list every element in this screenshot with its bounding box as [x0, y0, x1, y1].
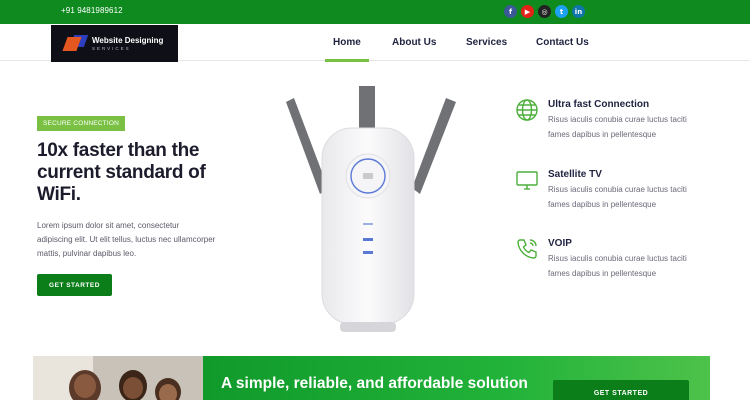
main-navbar: Website Designing SERVICES Home About Us… — [0, 24, 750, 62]
logo-mark-icon — [62, 34, 89, 53]
feature-ultra-fast-connection: Ultra fast Connection Risus iaculis conu… — [515, 98, 715, 158]
feature-title: Satellite TV — [548, 169, 602, 180]
feature-description: Risus iaculis conubia curae luctus tacit… — [548, 254, 687, 278]
feature-description: Risus iaculis conubia curae luctus tacit… — [548, 115, 687, 139]
banner-headline: A simple, reliable, and affordable solut… — [221, 375, 528, 392]
top-bar: +91 9481989612 f ▶ ◎ t in — [0, 0, 750, 24]
logo-subtitle: SERVICES — [92, 46, 131, 51]
hero-headline: 10x faster than the current standard of … — [37, 140, 206, 205]
youtube-icon[interactable]: ▶ — [521, 5, 534, 18]
social-links: f ▶ ◎ t in — [504, 5, 585, 18]
feature-description: Risus iaculis conubia curae luctus tacit… — [548, 185, 687, 209]
globe-icon — [516, 99, 538, 121]
secure-connection-badge: SECURE CONNECTION — [37, 116, 125, 131]
site-logo[interactable]: Website Designing SERVICES — [51, 25, 178, 62]
get-started-button[interactable]: GET STARTED — [37, 274, 112, 296]
phone-number[interactable]: +91 9481989612 — [61, 6, 123, 15]
linkedin-icon[interactable]: in — [572, 5, 585, 18]
feature-title: Ultra fast Connection — [548, 99, 650, 110]
nav-item-services[interactable]: Services — [466, 37, 507, 48]
instagram-icon[interactable]: ◎ — [538, 5, 551, 18]
phone-icon — [517, 239, 537, 259]
tv-icon — [516, 171, 538, 190]
feature-voip: VOIP Risus iaculis conubia curae luctus … — [515, 237, 715, 297]
feature-satellite-tv: Satellite TV Risus iaculis conubia curae… — [515, 168, 715, 228]
twitter-icon[interactable]: t — [555, 5, 568, 18]
family-photo — [33, 356, 203, 400]
nav-item-contact-us[interactable]: Contact Us — [536, 37, 589, 48]
logo-title: Website Designing — [92, 36, 164, 45]
banner-get-started-button[interactable]: GET STARTED — [553, 380, 689, 400]
nav-item-home[interactable]: Home — [325, 37, 369, 62]
facebook-icon[interactable]: f — [504, 5, 517, 18]
hero-description: Lorem ipsum dolor sit amet, consectetur … — [37, 221, 216, 258]
wifi-extender-image — [286, 86, 456, 332]
nav-item-about-us[interactable]: About Us — [392, 37, 436, 48]
feature-title: VOIP — [548, 238, 572, 249]
